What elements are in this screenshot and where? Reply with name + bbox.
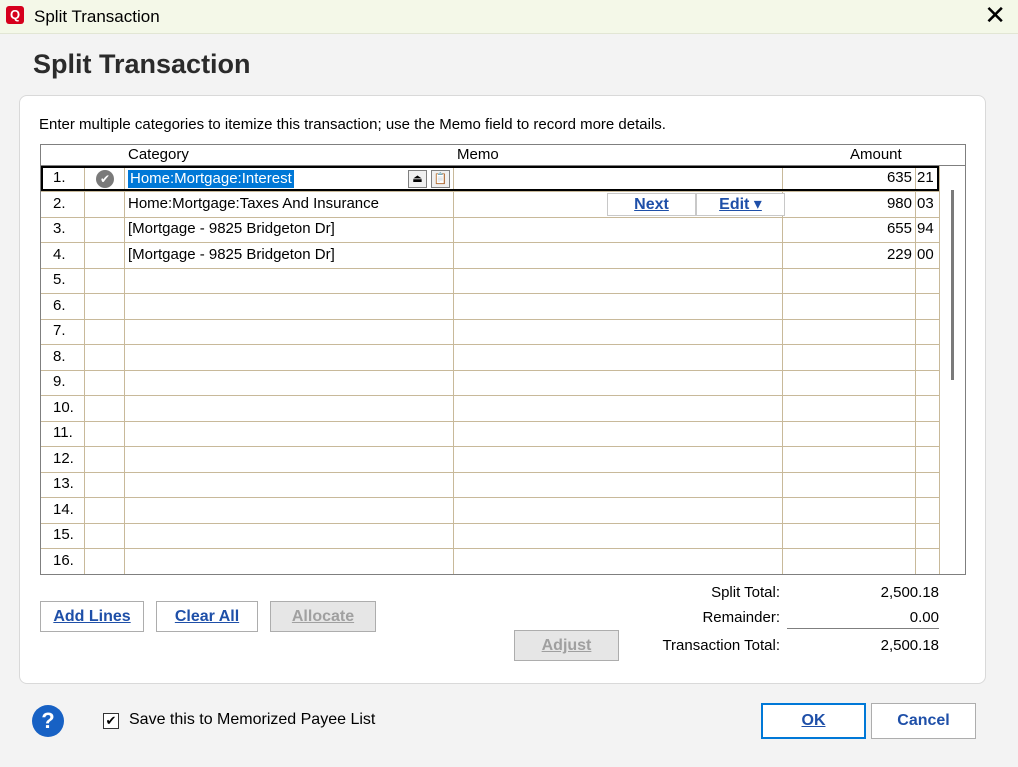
cents-cell[interactable] xyxy=(917,523,939,548)
amount-cell[interactable]: 980 xyxy=(782,192,912,217)
amount-cell[interactable] xyxy=(782,319,912,344)
cents-cell[interactable] xyxy=(917,447,939,472)
instructions-text: Enter multiple categories to itemize thi… xyxy=(39,116,666,133)
split-total-value: 2,500.18 xyxy=(880,584,939,601)
cents-cell[interactable] xyxy=(917,396,939,421)
amount-cell[interactable] xyxy=(782,370,912,395)
cents-cell[interactable] xyxy=(917,498,939,523)
transaction-total-value: 2,500.18 xyxy=(880,637,939,654)
ok-button[interactable]: OK xyxy=(761,703,866,739)
scrollbar-thumb[interactable] xyxy=(951,190,954,380)
row-number: 12. xyxy=(53,450,74,467)
row-number: 15. xyxy=(53,526,74,543)
cancel-button[interactable]: Cancel xyxy=(871,703,976,739)
window-title: Split Transaction xyxy=(34,7,160,26)
amount-cell[interactable] xyxy=(782,421,912,446)
amount-column-header: Amount xyxy=(850,146,902,163)
memorize-label[interactable]: Save this to Memorized Payee List xyxy=(129,711,375,729)
amount-cell[interactable] xyxy=(782,345,912,370)
row-number: 11. xyxy=(53,424,73,441)
transaction-total-label: Transaction Total: xyxy=(662,637,780,654)
title-bar: Q Split Transaction ✕ xyxy=(0,0,1018,34)
cents-cell[interactable] xyxy=(917,370,939,395)
row-number: 5. xyxy=(53,271,66,288)
allocate-button[interactable]: Allocate xyxy=(270,601,376,632)
memorize-checkbox[interactable]: ✔ xyxy=(103,713,119,729)
category-cell[interactable]: [Mortgage - 9825 Bridgeton Dr] xyxy=(128,217,335,242)
cents-cell[interactable]: 00 xyxy=(917,243,939,268)
category-details-icon[interactable]: 📋 xyxy=(431,170,450,188)
remainder-underline xyxy=(787,628,939,629)
add-lines-label: Add Lines xyxy=(53,608,131,625)
remainder-label: Remainder: xyxy=(702,609,780,626)
amount-cell[interactable] xyxy=(782,294,912,319)
check-circle-icon: ✔ xyxy=(96,170,114,188)
amount-cell[interactable] xyxy=(782,549,912,574)
help-icon[interactable]: ? xyxy=(32,705,64,737)
quicken-logo-icon: Q xyxy=(6,6,24,24)
next-button[interactable]: Next xyxy=(607,193,696,216)
cents-cell[interactable]: 03 xyxy=(917,192,939,217)
cents-cell[interactable] xyxy=(917,549,939,574)
category-list-icon[interactable]: ⏏ xyxy=(408,170,427,188)
clear-all-label: Clear All xyxy=(174,608,240,625)
cancel-label: Cancel xyxy=(897,712,950,729)
memo-column-header: Memo xyxy=(457,146,499,163)
row-number: 16. xyxy=(53,552,74,569)
amount-cell[interactable] xyxy=(782,396,912,421)
cents-cell[interactable]: 94 xyxy=(917,217,939,242)
close-icon[interactable]: ✕ xyxy=(984,2,1006,28)
row-number: 4. xyxy=(53,246,66,263)
edit-menu-button[interactable]: Edit ▾ xyxy=(696,193,785,216)
category-column-header: Category xyxy=(128,146,189,163)
category-cell[interactable]: Home:Mortgage:Taxes And Insurance xyxy=(128,192,379,217)
row-divider xyxy=(41,574,939,575)
remainder-value: 0.00 xyxy=(909,609,939,626)
column-divider xyxy=(939,166,940,574)
amount-cell[interactable]: 655 xyxy=(782,217,912,242)
category-input[interactable]: Home:Mortgage:Interest xyxy=(128,170,294,188)
amount-cell[interactable] xyxy=(782,523,912,548)
amount-cell[interactable] xyxy=(782,447,912,472)
row-number: 2. xyxy=(53,195,66,212)
cents-cell[interactable] xyxy=(917,421,939,446)
cents-cell[interactable] xyxy=(917,268,939,293)
clear-all-button[interactable]: Clear All xyxy=(156,601,258,632)
row-number: 8. xyxy=(53,348,66,365)
add-lines-button[interactable]: Add Lines xyxy=(40,601,144,632)
row-number: 3. xyxy=(53,220,66,237)
category-cell[interactable]: [Mortgage - 9825 Bridgeton Dr] xyxy=(128,243,335,268)
amount-cell[interactable]: 229 xyxy=(782,243,912,268)
row-number: 14. xyxy=(53,501,74,518)
adjust-label: Adjust xyxy=(541,637,592,654)
row-number: 13. xyxy=(53,475,74,492)
allocate-label: Allocate xyxy=(291,608,355,625)
row-number: 6. xyxy=(53,297,66,314)
amount-cell[interactable] xyxy=(782,498,912,523)
split-total-label: Split Total: xyxy=(711,584,780,601)
dialog-heading: Split Transaction xyxy=(33,49,251,79)
row-number: 10. xyxy=(53,399,74,416)
amount-cell[interactable] xyxy=(782,472,912,497)
ok-label: OK xyxy=(801,712,826,729)
cents-cell[interactable] xyxy=(917,472,939,497)
amount-cell[interactable] xyxy=(782,268,912,293)
row-number: 9. xyxy=(53,373,66,390)
row-number: 7. xyxy=(53,322,66,339)
split-panel: Enter multiple categories to itemize thi… xyxy=(19,95,986,684)
cents-cell[interactable] xyxy=(917,319,939,344)
cents-cell[interactable] xyxy=(917,345,939,370)
split-grid: Category Memo Amount 1. 635 21 2. Home:Mortg… xyxy=(40,144,966,575)
cents-cell[interactable] xyxy=(917,294,939,319)
